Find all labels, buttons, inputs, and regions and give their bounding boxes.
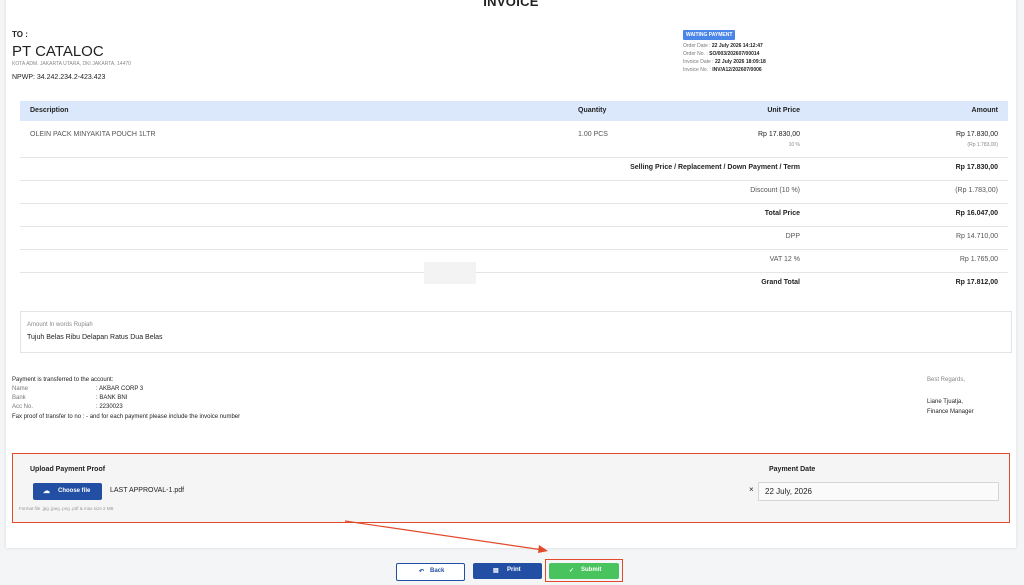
undo-arrow-icon: ↶: [419, 569, 425, 575]
annotation-arrow-head: [538, 545, 548, 553]
check-icon: ✓: [569, 568, 575, 574]
printer-icon: ▤: [493, 568, 499, 574]
print-button[interactable]: ▤ Print: [473, 563, 542, 579]
back-button-label: Back: [430, 568, 445, 574]
annotation-arrow: [344, 520, 548, 553]
back-button[interactable]: ↶ Back: [396, 563, 465, 581]
submit-button[interactable]: ✓ Submit: [549, 563, 619, 579]
annotation-arrow-line: [344, 520, 544, 551]
print-button-label: Print: [507, 567, 521, 573]
submit-button-label: Submit: [581, 567, 602, 573]
